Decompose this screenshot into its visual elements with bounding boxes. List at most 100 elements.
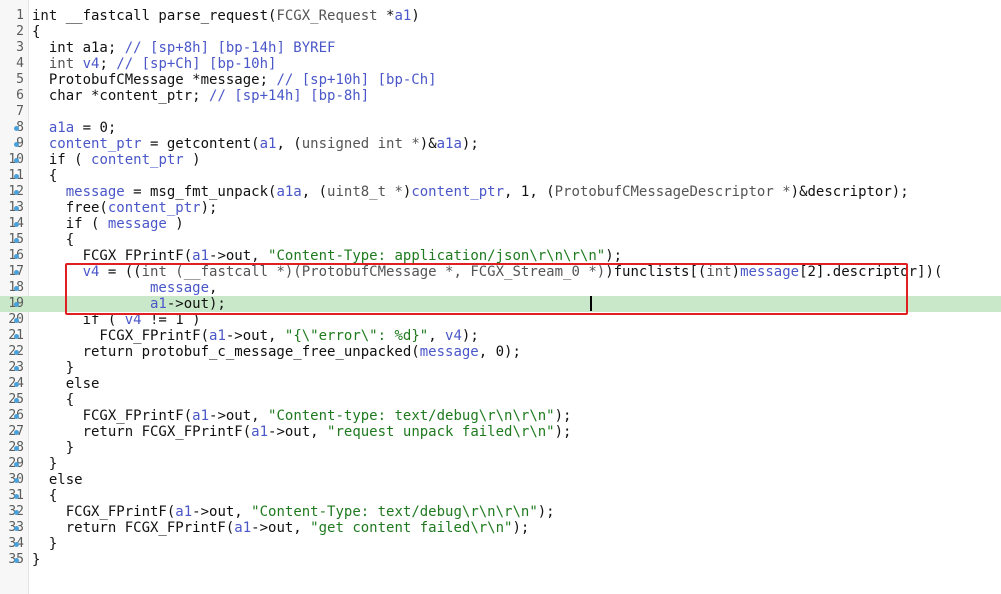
code-line[interactable]: 10 if ( content_ptr )	[0, 152, 1001, 168]
executable-line-marker-icon[interactable]	[14, 174, 19, 179]
executable-line-marker-icon[interactable]	[14, 302, 19, 307]
executable-line-marker-icon[interactable]	[14, 270, 19, 275]
code-line[interactable]: 26 FCGX_FPrintF(a1->out, "Content-type: …	[0, 408, 1001, 424]
line-number: 16	[0, 248, 24, 264]
code-line[interactable]: 19 a1->out);	[0, 296, 1001, 312]
executable-line-marker-icon[interactable]	[14, 286, 19, 291]
code-line[interactable]: 25 {	[0, 392, 1001, 408]
line-number: 35	[0, 552, 24, 568]
code-token: );	[605, 248, 623, 264]
code-text: int a1a; // [sp+8h] [bp-14h] BYREF	[32, 40, 336, 56]
code-token: a1a	[32, 120, 75, 136]
code-line[interactable]: 33 return FCGX_FPrintF(a1->out, "get con…	[0, 520, 1001, 536]
executable-line-marker-icon[interactable]	[14, 350, 19, 355]
executable-line-marker-icon[interactable]	[14, 222, 19, 227]
code-line[interactable]: 29 }	[0, 456, 1001, 472]
executable-line-marker-icon[interactable]	[14, 398, 19, 403]
code-token: free(	[32, 200, 108, 216]
code-line[interactable]: 27 return FCGX_FPrintF(a1->out, "request…	[0, 424, 1001, 440]
code-line[interactable]: 32 FCGX_FPrintF(a1->out, "Content-Type: …	[0, 504, 1001, 520]
code-line[interactable]: 3 int a1a; // [sp+8h] [bp-14h] BYREF	[0, 40, 1001, 56]
executable-line-marker-icon[interactable]	[14, 254, 19, 259]
code-line[interactable]: 6 char *content_ptr; // [sp+14h] [bp-8h]	[0, 88, 1001, 104]
code-text: }	[32, 552, 40, 568]
executable-line-marker-icon[interactable]	[14, 526, 19, 531]
executable-line-marker-icon[interactable]	[14, 206, 19, 211]
executable-line-marker-icon[interactable]	[14, 238, 19, 243]
executable-line-marker-icon[interactable]	[14, 158, 19, 163]
line-number: 18	[0, 280, 24, 296]
line-number: 1	[16, 8, 24, 23]
code-token: ->out,	[192, 504, 252, 520]
code-line[interactable]: 1 int __fastcall parse_request(FCGX_Reque…	[0, 8, 1001, 24]
code-text: a1a = 0;	[32, 120, 116, 136]
executable-line-marker-icon[interactable]	[14, 414, 19, 419]
executable-line-marker-icon[interactable]	[14, 430, 19, 435]
line-number: 23	[0, 360, 24, 376]
code-line[interactable]: 16 FCGX_FPrintF(a1->out, "Content-Type: …	[0, 248, 1001, 264]
executable-line-marker-icon[interactable]	[14, 446, 19, 451]
code-line[interactable]: 4 int v4; // [sp+Ch] [bp-10h]	[0, 56, 1001, 72]
code-token: message	[419, 344, 479, 360]
code-line[interactable]: 9 content_ptr = getcontent(a1, (unsigned…	[0, 136, 1001, 152]
text-cursor	[590, 296, 592, 311]
code-line[interactable]: 15 {	[0, 232, 1001, 248]
code-line[interactable]: 34 }	[0, 536, 1001, 552]
line-number: 7	[16, 104, 24, 119]
code-line[interactable]: 17 v4 = ((int (__fastcall *)(ProtobufCMe…	[0, 264, 1001, 280]
code-text: return protobuf_c_message_free_unpacked(…	[32, 344, 521, 360]
executable-line-marker-icon[interactable]	[14, 494, 19, 499]
code-line[interactable]: 14 if ( message )	[0, 216, 1001, 232]
executable-line-marker-icon[interactable]	[14, 190, 19, 195]
code-token: a1	[32, 296, 167, 312]
code-line[interactable]: 20 if ( v4 != 1 )	[0, 312, 1001, 328]
line-number: 15	[0, 232, 24, 248]
code-token: message	[740, 264, 800, 280]
executable-line-marker-icon[interactable]	[14, 462, 19, 467]
code-token: {	[32, 168, 58, 184]
executable-line-marker-icon[interactable]	[14, 510, 19, 515]
code-token: ,	[209, 280, 218, 296]
code-text: free(content_ptr);	[32, 200, 218, 216]
code-line[interactable]: 30 else	[0, 472, 1001, 488]
code-line[interactable]: 31 {	[0, 488, 1001, 504]
code-line[interactable]: 7	[0, 104, 1001, 120]
code-line[interactable]: 8 a1a = 0;	[0, 120, 1001, 136]
code-line[interactable]: 2{	[0, 24, 1001, 40]
code-token: v4	[124, 312, 142, 328]
executable-line-marker-icon[interactable]	[14, 318, 19, 323]
line-number: 30	[0, 472, 24, 488]
code-line[interactable]: 13 free(content_ptr);	[0, 200, 1001, 216]
code-token: a1	[234, 520, 252, 536]
executable-line-marker-icon[interactable]	[14, 382, 19, 387]
pseudocode-editor[interactable]: 1 int __fastcall parse_request(FCGX_Reque…	[0, 0, 1001, 594]
code-line[interactable]: 35}	[0, 552, 1001, 568]
code-token: if (	[32, 312, 125, 328]
code-token: }	[32, 360, 75, 376]
executable-line-marker-icon[interactable]	[14, 366, 19, 371]
executable-line-marker-icon[interactable]	[14, 478, 19, 483]
code-line[interactable]: 11 {	[0, 168, 1001, 184]
line-number: 11	[0, 168, 24, 184]
code-line[interactable]: 22 return protobuf_c_message_free_unpack…	[0, 344, 1001, 360]
code-token: );	[537, 504, 555, 520]
executable-line-marker-icon[interactable]	[14, 334, 19, 339]
code-line[interactable]: 5 ProtobufCMessage *message; // [sp+10h]…	[0, 72, 1001, 88]
line-number: 34	[0, 536, 24, 552]
executable-line-marker-icon[interactable]	[14, 558, 19, 563]
code-line[interactable]: 23 }	[0, 360, 1001, 376]
code-line[interactable]: 28 }	[0, 440, 1001, 456]
line-number: 19	[0, 296, 24, 312]
code-line[interactable]: 12 message = msg_fmt_unpack(a1a, (uint8_…	[0, 184, 1001, 200]
code-token: }	[32, 552, 41, 568]
code-token: }	[32, 536, 58, 552]
code-line[interactable]: 24 else	[0, 376, 1001, 392]
line-number: 32	[0, 504, 24, 520]
code-token: a1	[251, 424, 269, 440]
code-line[interactable]: 21 FCGX_FPrintF(a1->out, "{\"error\": %d…	[0, 328, 1001, 344]
code-line[interactable]: 18 message,	[0, 280, 1001, 296]
executable-line-marker-icon[interactable]	[14, 126, 19, 131]
code-text: int v4; // [sp+Ch] [bp-10h]	[32, 56, 277, 72]
executable-line-marker-icon[interactable]	[14, 542, 19, 547]
executable-line-marker-icon[interactable]	[14, 142, 19, 147]
